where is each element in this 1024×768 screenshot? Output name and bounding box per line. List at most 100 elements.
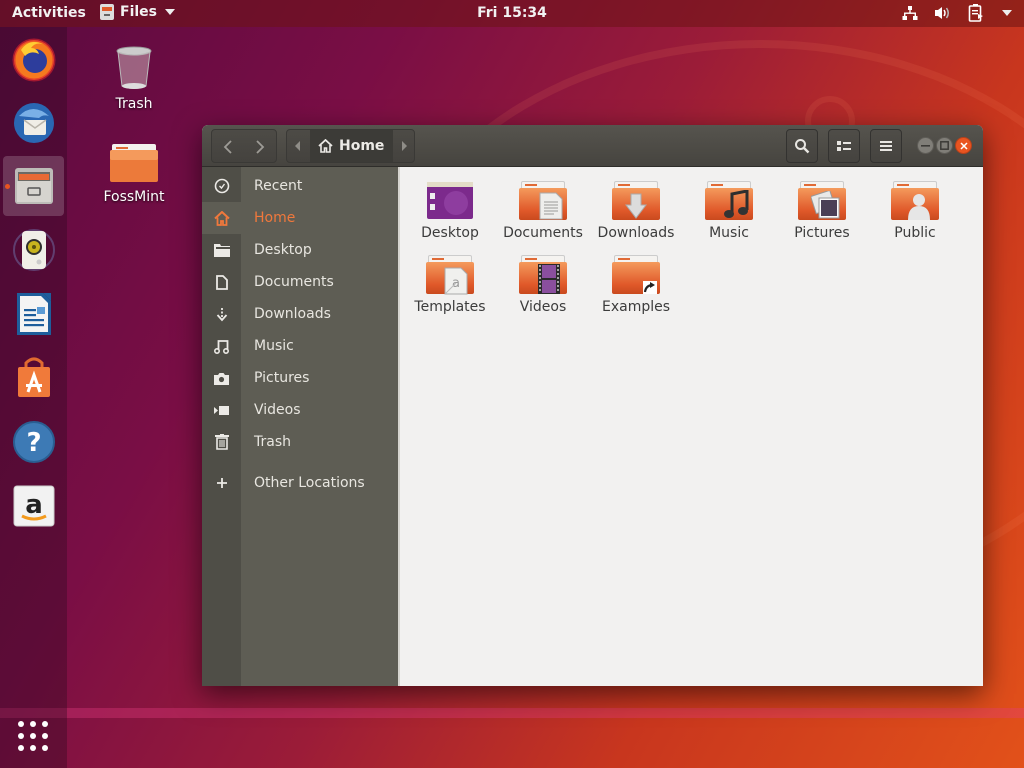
desktop-icon-fossmint[interactable]: FossMint [94,143,174,205]
app-grid-dot [30,733,36,739]
music-icon [214,339,229,354]
list-view-icon [837,141,851,151]
clock[interactable]: Fri 15:34 [0,5,1024,21]
file-item-templates[interactable]: a Templates [405,255,495,315]
sidebar-item-recent[interactable]: Recent [202,170,398,202]
firefox-icon [12,38,55,82]
view-mode-button[interactable] [828,129,860,163]
places-sidebar: Recent Home Desktop Documents Downloads … [202,167,398,686]
film-strip-icon [538,264,560,294]
home-icon [318,139,333,153]
video-icon [214,405,229,415]
dock-help[interactable]: ? [3,412,64,472]
sidebar-item-downloads[interactable]: Downloads [202,298,398,330]
dock-amazon[interactable]: a [3,476,64,536]
files-window: Home Recent Home Desktop Documents Downl… [202,125,983,686]
path-bar: Home [286,129,415,163]
folder-icon [110,144,158,182]
sidebar-item-desktop[interactable]: Desktop [202,234,398,266]
dock-ubuntu-software[interactable] [3,348,64,408]
dock-writer[interactable] [3,284,64,344]
desktop-icon-trash[interactable]: Trash [94,46,174,112]
system-menu-caret-icon [1002,10,1012,16]
desktop-folder-icon [427,182,473,219]
file-item-music[interactable]: Music [684,181,774,241]
sidebar-item-videos[interactable]: Videos [202,394,398,426]
photo-icon [811,191,840,219]
file-item-examples[interactable]: Examples [591,255,681,315]
file-item-label: Downloads [597,225,675,241]
sidebar-item-label: Music [254,338,294,354]
maximize-button[interactable] [936,137,953,154]
dock-firefox[interactable] [3,29,64,89]
dock-rhythmbox[interactable] [3,220,64,280]
forward-button[interactable] [244,130,276,164]
menu-button[interactable] [870,129,902,163]
sidebar-item-label: Home [254,210,296,226]
document-emblem-icon [539,192,563,220]
show-applications-button[interactable] [14,717,52,755]
file-item-label: Pictures [794,225,850,241]
file-item-label: Templates [414,299,486,315]
file-item-public[interactable]: Public [870,181,960,241]
download-icon [216,307,227,321]
app-grid-dot [18,733,24,739]
file-item-label: Documents [503,225,583,241]
chevron-right-icon [256,140,265,154]
document-icon [215,274,228,290]
sidebar-item-pictures[interactable]: Pictures [202,362,398,394]
close-button[interactable] [955,137,972,154]
app-grid-dot [42,733,48,739]
wallpaper-band [0,708,1024,718]
amazon-icon: a [13,485,54,527]
system-tray[interactable] [902,4,1012,22]
sidebar-item-other-locations[interactable]: Other Locations [202,467,398,499]
sidebar-item-music[interactable]: Music [202,330,398,362]
path-scroll-left-icon[interactable] [295,141,300,151]
sidebar-item-documents[interactable]: Documents [202,266,398,298]
trash-icon [116,46,152,89]
sidebar-item-label: Videos [254,402,301,418]
file-item-pictures[interactable]: Pictures [777,181,867,241]
app-grid-dot [30,745,36,751]
sidebar-item-label: Trash [254,434,291,450]
hamburger-menu-icon [880,141,892,151]
sidebar-item-home[interactable]: Home [202,202,398,234]
file-item-videos[interactable]: Videos [498,255,588,315]
running-indicator [5,184,10,189]
close-icon [959,141,968,150]
top-bar: Activities Files Fri 15:34 [0,0,1024,27]
volume-icon [934,5,952,21]
sidebar-item-label: Other Locations [254,475,365,491]
network-icon [902,5,918,21]
dock: ? a [0,27,67,768]
file-item-documents[interactable]: Documents [498,181,588,241]
app-grid-dot [30,721,36,727]
sidebar-item-trash[interactable]: Trash [202,426,398,458]
dock-files[interactable] [3,156,64,216]
back-button[interactable] [212,130,244,164]
app-grid-dot [18,721,24,727]
file-view: Desktop Documents Downloads Music Pictur… [400,167,983,686]
music-note-icon [724,190,749,218]
sidebar-item-label: Downloads [254,306,331,322]
app-grid-dot [42,721,48,727]
app-grid-dot [42,745,48,751]
download-arrow-icon [625,193,647,219]
thunderbird-icon [13,103,54,143]
app-grid-dot [18,745,24,751]
minimize-button[interactable] [917,137,934,154]
file-item-desktop[interactable]: Desktop [405,181,495,241]
battery-icon [968,4,984,22]
sidebar-item-label: Documents [254,274,334,290]
file-item-label: Public [894,225,936,241]
dock-thunderbird[interactable] [3,93,64,153]
search-button[interactable] [786,129,818,163]
software-icon [17,357,50,397]
path-scroll-right-icon[interactable] [402,141,407,151]
path-home-button[interactable]: Home [310,130,393,162]
path-home-label: Home [339,138,385,154]
clock-icon [214,178,229,194]
person-icon [908,194,930,220]
file-item-downloads[interactable]: Downloads [591,181,681,241]
